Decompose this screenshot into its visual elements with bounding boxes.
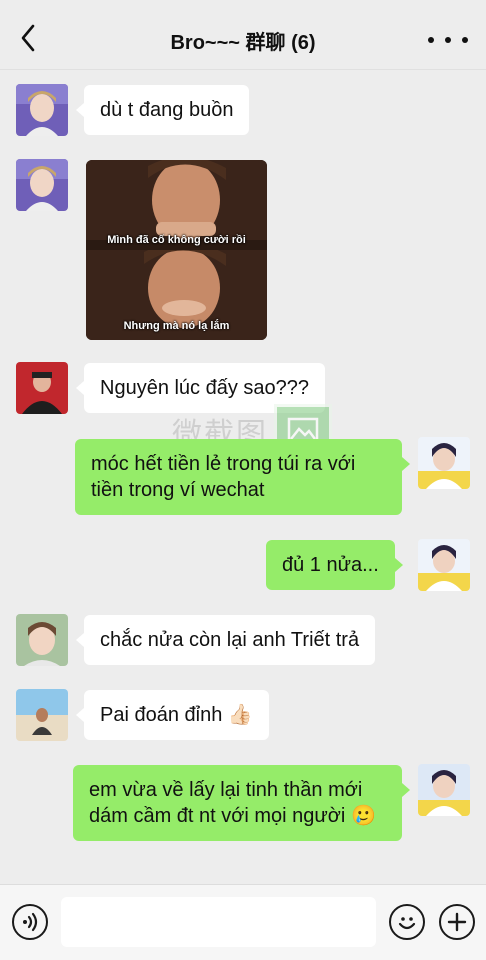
message-bubble[interactable]: em vừa về lấy lại tinh thần mới dám cầm … — [73, 765, 410, 841]
avatar[interactable] — [418, 764, 470, 816]
meme-panel-top: Mình đã cố không cười rồi — [86, 160, 267, 250]
message-bubble[interactable]: Nguyên lúc đấy sao??? — [75, 363, 326, 413]
thumbs-up-emoji: 👍🏻 — [227, 704, 253, 726]
input-bar — [0, 884, 486, 960]
message-bubble[interactable]: dù t đang buồn — [75, 85, 250, 135]
voice-icon — [23, 912, 38, 932]
meme-caption-bottom: Nhưng mà nó lạ lắm — [123, 320, 230, 332]
crying-smile-emoji: 🥲 — [350, 805, 376, 827]
chat-header: Bro~~~ 群聊 (6) — [0, 0, 486, 70]
message-text: đủ 1 nửa... — [282, 554, 379, 576]
message-bubble[interactable]: Pai đoán đỉnh 👍🏻 — [76, 690, 269, 740]
avatar[interactable] — [418, 539, 470, 591]
message-input[interactable] — [61, 897, 376, 947]
plus-button[interactable] — [439, 904, 475, 940]
meme-caption-top: Mình đã cố không cười rồi — [107, 234, 246, 246]
message-bubble[interactable]: móc hết tiền lẻ trong túi ra với tiền tr… — [75, 439, 410, 515]
meme-panel-bottom: Nhưng mà nó lạ lắm — [86, 242, 267, 340]
message-text: dù t đang buồn — [100, 99, 234, 121]
emoji-icon — [398, 917, 416, 930]
message-text: Pai đoán đỉnh — [100, 704, 223, 726]
avatar[interactable] — [16, 159, 68, 211]
avatar[interactable] — [16, 614, 68, 666]
meme-image[interactable]: Mình đã cố không cười rồi Nhưng mà nó lạ… — [86, 160, 267, 340]
chat-title: Bro~~~ 群聊 (6) — [170, 32, 316, 54]
more-button[interactable] — [428, 30, 468, 50]
message-text: chắc nửa còn lại anh Triết trả — [100, 629, 360, 651]
more-dots-icon — [428, 37, 434, 43]
avatar[interactable] — [418, 437, 470, 489]
emoji-button[interactable] — [389, 904, 425, 940]
message-text: Nguyên lúc đấy sao??? — [100, 377, 310, 399]
plus-icon — [447, 912, 467, 932]
avatar[interactable] — [16, 84, 68, 136]
avatar[interactable] — [16, 362, 68, 414]
message-text: em vừa về lấy lại tinh thần mới dám cầm … — [89, 779, 363, 827]
message-bubble[interactable]: chắc nửa còn lại anh Triết trả — [75, 615, 376, 665]
message-text: móc hết tiền lẻ trong túi ra với tiền tr… — [91, 453, 356, 501]
voice-button[interactable] — [12, 904, 48, 940]
message-bubble[interactable]: đủ 1 nửa... — [266, 540, 403, 590]
avatar[interactable] — [16, 689, 68, 741]
